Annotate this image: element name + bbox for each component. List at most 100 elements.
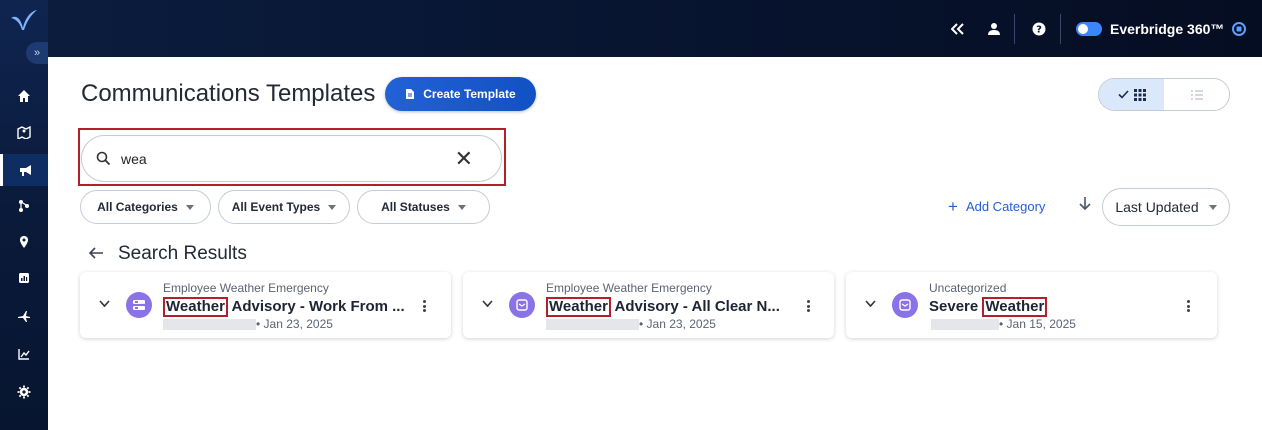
brand-toggle[interactable] [1076,21,1102,36]
sidebar-item-reports[interactable] [0,262,48,294]
map-icon [17,125,31,139]
people-network-icon [19,200,29,212]
add-category-button[interactable]: + Add Category [948,198,1045,215]
chevron-down-icon[interactable] [99,300,110,308]
status-filter-label: All Statuses [381,200,450,214]
contact-card-icon [133,300,145,310]
top-bar-divider [1060,14,1061,44]
template-category: Employee Weather Emergency [546,281,712,295]
title-rest: Advisory - All Clear N... [610,298,780,315]
title-prefix: Severe [929,298,983,315]
caret-down-icon [328,204,337,210]
collapse-button[interactable] [945,0,971,57]
more-options-icon[interactable] [802,297,814,315]
title-rest: Advisory - Work From ... [227,298,405,315]
redacted-author [546,319,639,330]
search-results-header: Search Results [88,243,247,265]
create-template-label: Create Template [423,87,516,101]
event-type-filter-label: All Event Types [231,200,321,214]
user-icon [988,22,1000,35]
gear-icon [17,385,31,399]
caret-down-icon [457,204,466,210]
sort-select-value: Last Updated [1115,199,1199,215]
brand-switcher[interactable]: Everbridge 360™ [1076,0,1251,57]
sidebar-item-communications[interactable] [0,154,48,186]
search-field[interactable]: ✕ [81,135,502,182]
chart-line-icon [18,349,30,360]
sort-select[interactable]: Last Updated [1102,188,1230,226]
event-type-filter-dropdown[interactable]: All Event Types [218,190,350,224]
template-card[interactable]: Employee Weather Emergency Weather Advis… [80,272,451,338]
template-date: • Jan 23, 2025 [256,317,333,331]
everbridge-logo-icon[interactable] [9,8,39,32]
search-input[interactable] [121,150,455,167]
template-card[interactable]: Employee Weather Emergency Weather Advis… [463,272,834,338]
template-date: • Jan 15, 2025 [999,317,1076,331]
document-icon [406,89,415,99]
chevron-down-icon[interactable] [482,300,493,308]
clear-search-icon[interactable]: ✕ [455,147,473,170]
sidebar-item-home[interactable] [0,80,48,112]
help-icon: ? [1032,22,1046,35]
svg-text:?: ? [1036,24,1042,35]
template-date: • Jan 23, 2025 [639,317,716,331]
list-view-button[interactable] [1164,79,1229,110]
caret-down-icon [1208,204,1217,210]
double-chevron-left-icon [951,22,964,35]
category-filter-dropdown[interactable]: All Categories [80,190,211,224]
megaphone-icon [19,165,31,176]
list-icon [1190,89,1203,100]
message-icon [516,299,528,311]
template-category: Uncategorized [929,281,1007,295]
user-menu-button[interactable] [981,0,1007,57]
category-filter-label: All Categories [97,200,178,214]
grid-view-button[interactable] [1099,79,1164,110]
sort-direction-button[interactable] [1079,196,1091,216]
sidebar-item-integrations[interactable] [0,300,48,332]
top-bar: ? Everbridge 360™ [48,0,1262,57]
more-options-icon[interactable] [418,297,430,315]
sidebar-item-analytics[interactable] [0,338,48,370]
template-card[interactable]: Uncategorized Severe Weather • Jan 15, 2… [846,272,1217,338]
sidebar-item-map[interactable] [0,116,48,148]
location-pin-icon [20,236,28,248]
page-title: Communications Templates [81,80,376,107]
template-title[interactable]: Weather Advisory - Work From ... [163,297,405,317]
template-title[interactable]: Weather Advisory - All Clear N... [546,297,780,317]
template-avatar [126,292,152,318]
plus-icon: + [948,197,958,216]
plane-icon [18,311,30,322]
view-toggle [1098,78,1230,111]
message-icon [899,299,911,311]
check-icon [1117,90,1129,99]
title-match-highlight: Weather [982,297,1048,317]
title-match-highlight: Weather [546,297,611,317]
add-category-label: Add Category [965,199,1046,214]
top-bar-divider [1014,14,1015,44]
status-filter-dropdown[interactable]: All Statuses [357,190,490,224]
redacted-author [931,319,999,330]
template-category: Employee Weather Emergency [163,281,329,295]
sidebar-item-settings[interactable] [0,376,48,408]
search-results-heading: Search Results [118,243,247,264]
more-options-icon[interactable] [1182,297,1194,315]
title-match-highlight: Weather [163,297,228,317]
template-title[interactable]: Severe Weather [929,297,1048,317]
brand-name: Everbridge 360™ [1110,20,1225,37]
sidebar-expand-button[interactable]: » [26,42,48,64]
home-icon [18,90,30,102]
chevron-down-icon[interactable] [865,300,876,308]
search-icon [96,151,111,166]
back-arrow-icon[interactable] [88,243,104,265]
grid-icon [1133,88,1146,101]
caret-down-icon [185,204,194,210]
template-avatar [892,292,918,318]
chevron-down-icon [1232,21,1247,36]
template-avatar [509,292,535,318]
sidebar: » [0,0,48,430]
sidebar-item-orchestration[interactable] [0,190,48,222]
create-template-button[interactable]: Create Template [385,77,536,111]
help-button[interactable]: ? [1026,0,1052,57]
arrow-down-icon [1079,197,1091,211]
sidebar-item-locations[interactable] [0,226,48,258]
